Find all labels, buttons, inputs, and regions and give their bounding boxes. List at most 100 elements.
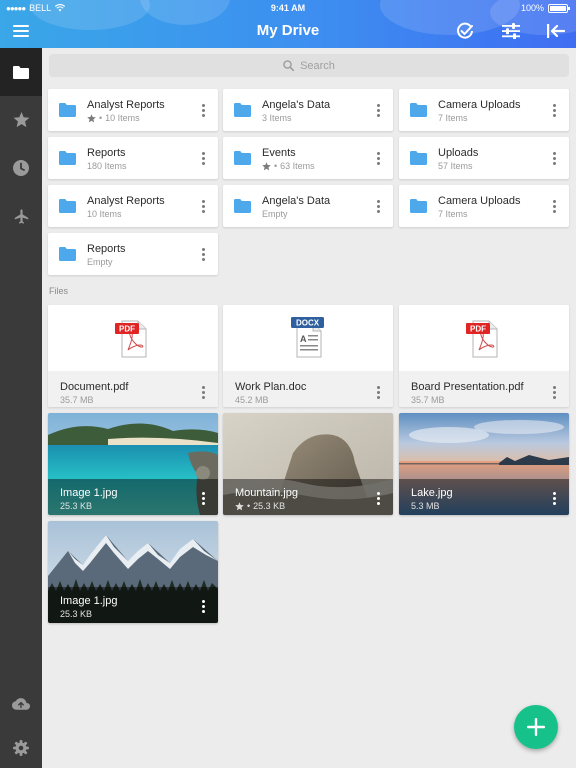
more-options-button[interactable] xyxy=(371,101,385,119)
filter-button[interactable] xyxy=(498,20,524,42)
folder-name: Events xyxy=(262,147,296,159)
sidebar-item-upload[interactable] xyxy=(0,680,42,728)
more-options-button[interactable] xyxy=(196,245,210,263)
folder-name: Analyst Reports xyxy=(87,195,165,207)
dot-icon xyxy=(552,209,556,213)
folder-card[interactable]: Events • 63 Items xyxy=(223,137,393,179)
dot-icon xyxy=(201,199,205,203)
folder-card[interactable]: Camera Uploads 7 Items xyxy=(399,185,569,227)
folder-icon xyxy=(234,199,251,213)
more-options-button[interactable] xyxy=(547,101,561,119)
star-icon xyxy=(87,113,96,122)
collapse-sidebar-button[interactable] xyxy=(543,20,569,42)
more-options-button[interactable] xyxy=(196,101,210,119)
folder-card[interactable]: Uploads 57 Items xyxy=(399,137,569,179)
dot-icon xyxy=(552,113,556,117)
folder-item-count: Empty xyxy=(87,257,113,267)
folder-icon xyxy=(410,151,427,165)
folder-card[interactable]: Analyst Reports • 10 Items xyxy=(48,89,218,131)
folder-name: Angela's Data xyxy=(262,195,331,207)
files-section-label: Files xyxy=(49,286,69,296)
dot-icon xyxy=(376,161,380,165)
dot-icon xyxy=(201,247,205,251)
more-options-button[interactable] xyxy=(196,489,210,507)
document-card[interactable]: PDF Document.pdf 35.7 MB xyxy=(48,305,218,407)
folder-icon xyxy=(234,151,251,165)
folder-name: Analyst Reports xyxy=(87,99,165,111)
image-card[interactable]: Mountain.jpg • 25.3 KB xyxy=(223,413,393,515)
more-options-button[interactable] xyxy=(371,149,385,167)
document-info: Work Plan.doc 45.2 MB xyxy=(223,371,393,407)
add-button[interactable] xyxy=(514,705,558,749)
folder-icon xyxy=(59,151,76,165)
image-name: Lake.jpg xyxy=(411,487,453,499)
more-options-button[interactable] xyxy=(196,383,210,401)
image-size: 25.3 KB xyxy=(60,609,93,619)
folder-meta: Empty xyxy=(262,209,288,219)
search-placeholder: Search xyxy=(300,59,335,72)
folder-name: Reports xyxy=(87,243,126,255)
folder-meta: 7 Items xyxy=(438,209,468,219)
dot-icon xyxy=(552,390,556,394)
folder-icon xyxy=(59,247,76,261)
dot-icon xyxy=(201,161,205,165)
folder-card[interactable]: Reports 180 Items xyxy=(48,137,218,179)
folder-card[interactable]: Camera Uploads 7 Items xyxy=(399,89,569,131)
more-options-button[interactable] xyxy=(196,597,210,615)
more-options-button[interactable] xyxy=(547,489,561,507)
folder-card[interactable]: Reports Empty xyxy=(48,233,218,275)
folder-meta: • 63 Items xyxy=(262,161,315,171)
image-card[interactable]: Lake.jpg 5.3 MB xyxy=(399,413,569,515)
image-card[interactable]: Image 1.jpg 25.3 KB xyxy=(48,521,218,623)
dot-icon xyxy=(201,609,205,613)
dot-icon xyxy=(552,204,556,208)
folder-icon xyxy=(410,199,427,213)
folder-card[interactable]: Analyst Reports 10 Items xyxy=(48,185,218,227)
page-title: My Drive xyxy=(256,22,320,39)
folder-name: Reports xyxy=(87,147,126,159)
select-button[interactable] xyxy=(452,20,478,42)
more-options-button[interactable] xyxy=(547,197,561,215)
dot-icon xyxy=(201,501,205,505)
dot-icon xyxy=(552,161,556,165)
image-size: 5.3 MB xyxy=(411,501,440,511)
sliders-icon xyxy=(502,23,520,39)
sidebar-item-starred[interactable] xyxy=(0,96,42,144)
image-caption-overlay: Lake.jpg 5.3 MB xyxy=(399,479,569,515)
document-card[interactable]: PDF Board Presentation.pdf 35.7 MB xyxy=(399,305,569,407)
folder-card[interactable]: Angela's Data Empty xyxy=(223,185,393,227)
more-options-button[interactable] xyxy=(371,489,385,507)
dot-icon xyxy=(201,604,205,608)
more-options-button[interactable] xyxy=(196,149,210,167)
document-name: Work Plan.doc xyxy=(235,381,307,393)
dot-icon xyxy=(201,204,205,208)
folder-meta: 57 Items xyxy=(438,161,473,171)
folder-icon xyxy=(59,103,76,117)
dot-icon xyxy=(376,199,380,203)
dot-icon xyxy=(376,491,380,495)
dot-icon xyxy=(552,395,556,399)
more-options-button[interactable] xyxy=(196,197,210,215)
folder-item-count: 63 Items xyxy=(280,161,315,171)
svg-text:A: A xyxy=(300,334,307,344)
dot-icon xyxy=(552,108,556,112)
search-input[interactable]: Search xyxy=(49,54,569,77)
dot-icon xyxy=(376,151,380,155)
document-card[interactable]: DOCX A Work Plan.doc 45.2 MB xyxy=(223,305,393,407)
document-preview: PDF xyxy=(399,305,569,371)
dot-icon xyxy=(376,108,380,112)
dot-icon xyxy=(552,491,556,495)
sidebar-item-recent[interactable] xyxy=(0,144,42,192)
folder-icon xyxy=(410,103,427,117)
sidebar-item-offline[interactable] xyxy=(0,192,42,240)
more-options-button[interactable] xyxy=(371,197,385,215)
sidebar-item-files[interactable] xyxy=(0,48,42,96)
image-card[interactable]: Image 1.jpg 25.3 KB xyxy=(48,413,218,515)
more-options-button[interactable] xyxy=(547,383,561,401)
sidebar-item-settings[interactable] xyxy=(0,724,42,768)
battery-percent: 100% xyxy=(520,3,544,13)
folder-card[interactable]: Angela's Data 3 Items xyxy=(223,89,393,131)
more-options-button[interactable] xyxy=(371,383,385,401)
folder-item-count: 7 Items xyxy=(438,209,468,219)
more-options-button[interactable] xyxy=(547,149,561,167)
